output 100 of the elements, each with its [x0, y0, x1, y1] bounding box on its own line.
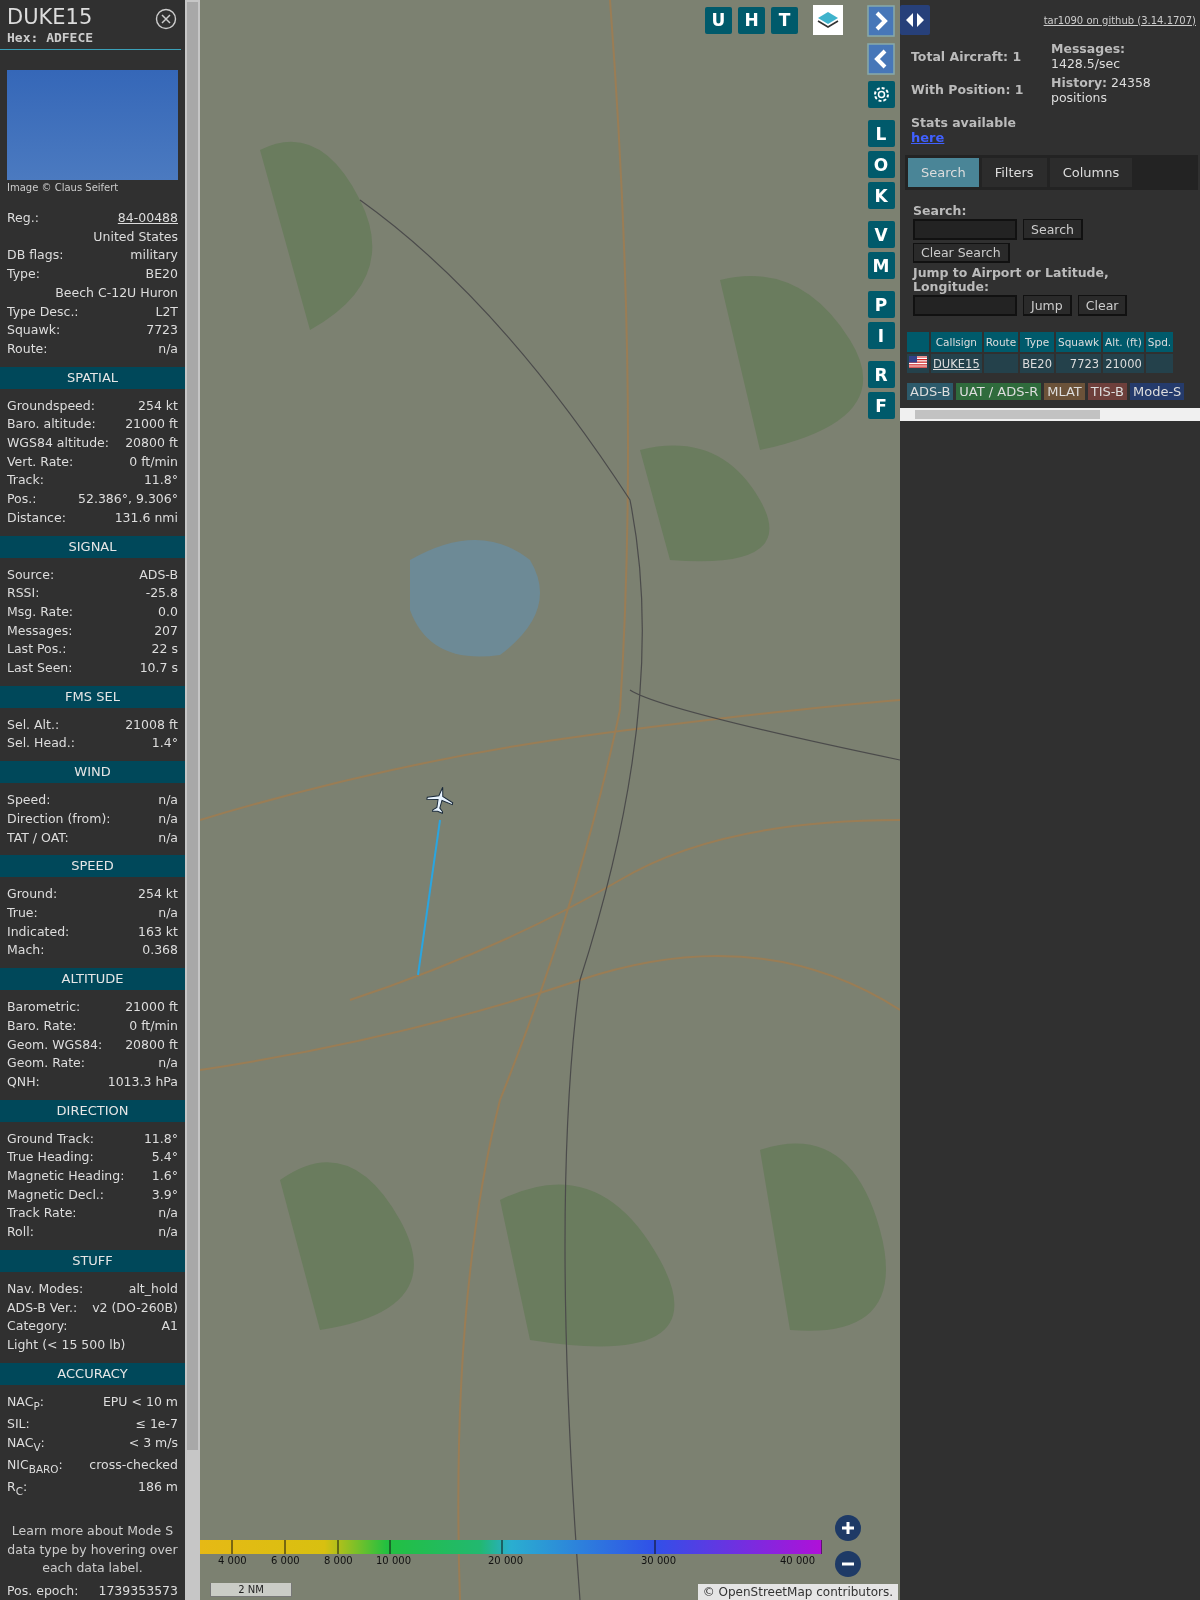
- table-cell: 21000: [1103, 354, 1144, 373]
- search-label: Search:: [913, 204, 968, 218]
- tab[interactable]: Filters: [981, 158, 1047, 187]
- field-label: Baro. altitude:: [7, 415, 96, 434]
- section-header: FMS SEL: [0, 685, 185, 708]
- field-value: 5.4°: [151, 1148, 178, 1167]
- field-value: 21000 ft: [125, 415, 178, 434]
- map-toolbar-button[interactable]: L: [867, 120, 895, 147]
- field-value: 11.8°: [143, 471, 178, 490]
- left-right-arrows-icon[interactable]: [900, 5, 930, 35]
- section-header: WIND: [0, 761, 185, 784]
- table-cell: 7723: [1056, 354, 1102, 373]
- jump-field[interactable]: [913, 295, 1017, 316]
- chevron-right-icon[interactable]: [867, 5, 895, 37]
- field-value: n/a: [158, 339, 178, 358]
- column-header[interactable]: Type: [1020, 332, 1054, 352]
- callsign-link[interactable]: DUKE15: [933, 356, 980, 371]
- section-header: SPATIAL: [0, 366, 185, 389]
- field-value: 0 ft/min: [129, 1016, 178, 1035]
- field-label: Sel. Alt.:: [7, 715, 60, 734]
- map-toolbar-button[interactable]: M: [867, 252, 895, 279]
- altitude-tick-label: 4 000: [218, 1555, 247, 1566]
- field-value: n/a: [158, 809, 178, 828]
- field-label: Distance:: [7, 508, 66, 527]
- flag-icon: [909, 356, 927, 368]
- layers-icon[interactable]: [813, 5, 843, 35]
- field-value: 20800 ft: [125, 1035, 178, 1054]
- field-value: BE20: [145, 265, 178, 284]
- search-field[interactable]: [913, 219, 1017, 240]
- field-value: A1: [161, 1317, 178, 1336]
- field-value: 207: [154, 621, 178, 640]
- callsign-title: DUKE15: [7, 4, 94, 30]
- field-label: TAT / OAT:: [7, 828, 69, 847]
- horizontal-scrollbar[interactable]: [900, 408, 1200, 421]
- settings-icon[interactable]: [867, 81, 895, 108]
- clear-search-button[interactable]: Clear Search: [913, 243, 1010, 263]
- photo-credit: Image © Claus Seifert: [6, 181, 120, 193]
- clear-button[interactable]: Clear: [1077, 295, 1128, 316]
- column-header[interactable]: Route: [983, 332, 1019, 352]
- search-button[interactable]: Search: [1023, 219, 1083, 240]
- field-label: Magnetic Decl.:: [7, 1185, 105, 1204]
- field-value: 0 ft/min: [129, 452, 178, 471]
- scale-bar: 2 NM: [210, 1583, 292, 1597]
- section-header: ACCURACY: [0, 1362, 185, 1385]
- altitude-tick-label: 20 000: [488, 1555, 523, 1566]
- field-label: Track:: [7, 471, 44, 490]
- field-label: Sel. Head.:: [7, 734, 75, 753]
- map-toolbar-button[interactable]: P: [867, 291, 895, 318]
- field-label: Type:: [7, 265, 40, 284]
- field-label: R$_{C}$:: [7, 1477, 28, 1499]
- field-value: 254 kt: [138, 396, 178, 415]
- field-value: EPU < 10 m: [102, 1392, 178, 1411]
- field-label: WGS84 altitude:: [7, 434, 110, 453]
- section-header: ALTITUDE: [0, 968, 185, 991]
- field-value: n/a: [158, 1204, 178, 1223]
- field-value: 1.4°: [151, 734, 178, 753]
- map-toolbar-button[interactable]: U: [705, 6, 732, 34]
- field-label: Messages:: [7, 621, 73, 640]
- map-toolbar-button[interactable]: H: [738, 6, 765, 34]
- map-toolbar-button[interactable]: O: [867, 151, 895, 178]
- column-header[interactable]: Spd.: [1145, 332, 1174, 352]
- map-toolbar-button[interactable]: F: [867, 392, 895, 419]
- field-label: NAC$_{P}$:: [7, 1392, 44, 1414]
- github-link[interactable]: tar1090 on github (3.14.1707): [1043, 14, 1196, 26]
- field-label: ADS-B Ver.:: [7, 1298, 78, 1317]
- vertical-scrollbar[interactable]: [185, 0, 200, 1600]
- airplane-icon[interactable]: [425, 785, 455, 815]
- field-value: 21000 ft: [125, 998, 178, 1017]
- column-header[interactable]: Squawk: [1056, 332, 1102, 352]
- source-legend-tag: ADS-B: [907, 383, 954, 400]
- field-label: QNH:: [7, 1072, 40, 1091]
- hex-code: Hex: ADFECE: [7, 30, 94, 45]
- map-toolbar-button[interactable]: I: [867, 322, 895, 349]
- map-toolbar-button[interactable]: R: [867, 361, 895, 388]
- source-legend-tag: MLAT: [1044, 383, 1085, 400]
- field-label: Direction (from):: [7, 809, 111, 828]
- map-toolbar-button[interactable]: V: [867, 221, 895, 248]
- field-value: 163 kt: [138, 922, 178, 941]
- chevron-left-icon[interactable]: [867, 43, 895, 75]
- map-toolbar-button[interactable]: T: [771, 6, 798, 34]
- field-label: Source:: [7, 565, 55, 584]
- field-value: Beech C-12U Huron: [55, 283, 178, 302]
- field-label: Reg.:: [7, 209, 39, 227]
- field-label: Msg. Rate:: [7, 602, 74, 621]
- field-label: DB flags:: [7, 246, 64, 265]
- jump-button[interactable]: Jump: [1023, 295, 1072, 316]
- section-header: STUFF: [0, 1249, 185, 1272]
- field-value: 254 kt: [138, 885, 178, 904]
- field-value: n/a: [158, 904, 178, 922]
- column-header[interactable]: Alt. (ft): [1103, 332, 1144, 352]
- column-header[interactable]: Callsign: [931, 332, 982, 352]
- map-toolbar-button[interactable]: K: [867, 182, 895, 209]
- field-value: n/a: [158, 828, 178, 847]
- tab[interactable]: Columns: [1049, 158, 1133, 187]
- registration-link[interactable]: 84-00488: [117, 209, 178, 228]
- field-value: 21008 ft: [125, 715, 178, 734]
- close-icon[interactable]: [155, 8, 177, 30]
- field-value: ≤ 1e-7: [135, 1414, 178, 1433]
- field-value: v2 (DO-260B): [92, 1298, 178, 1317]
- field-value: 0.0: [158, 602, 178, 621]
